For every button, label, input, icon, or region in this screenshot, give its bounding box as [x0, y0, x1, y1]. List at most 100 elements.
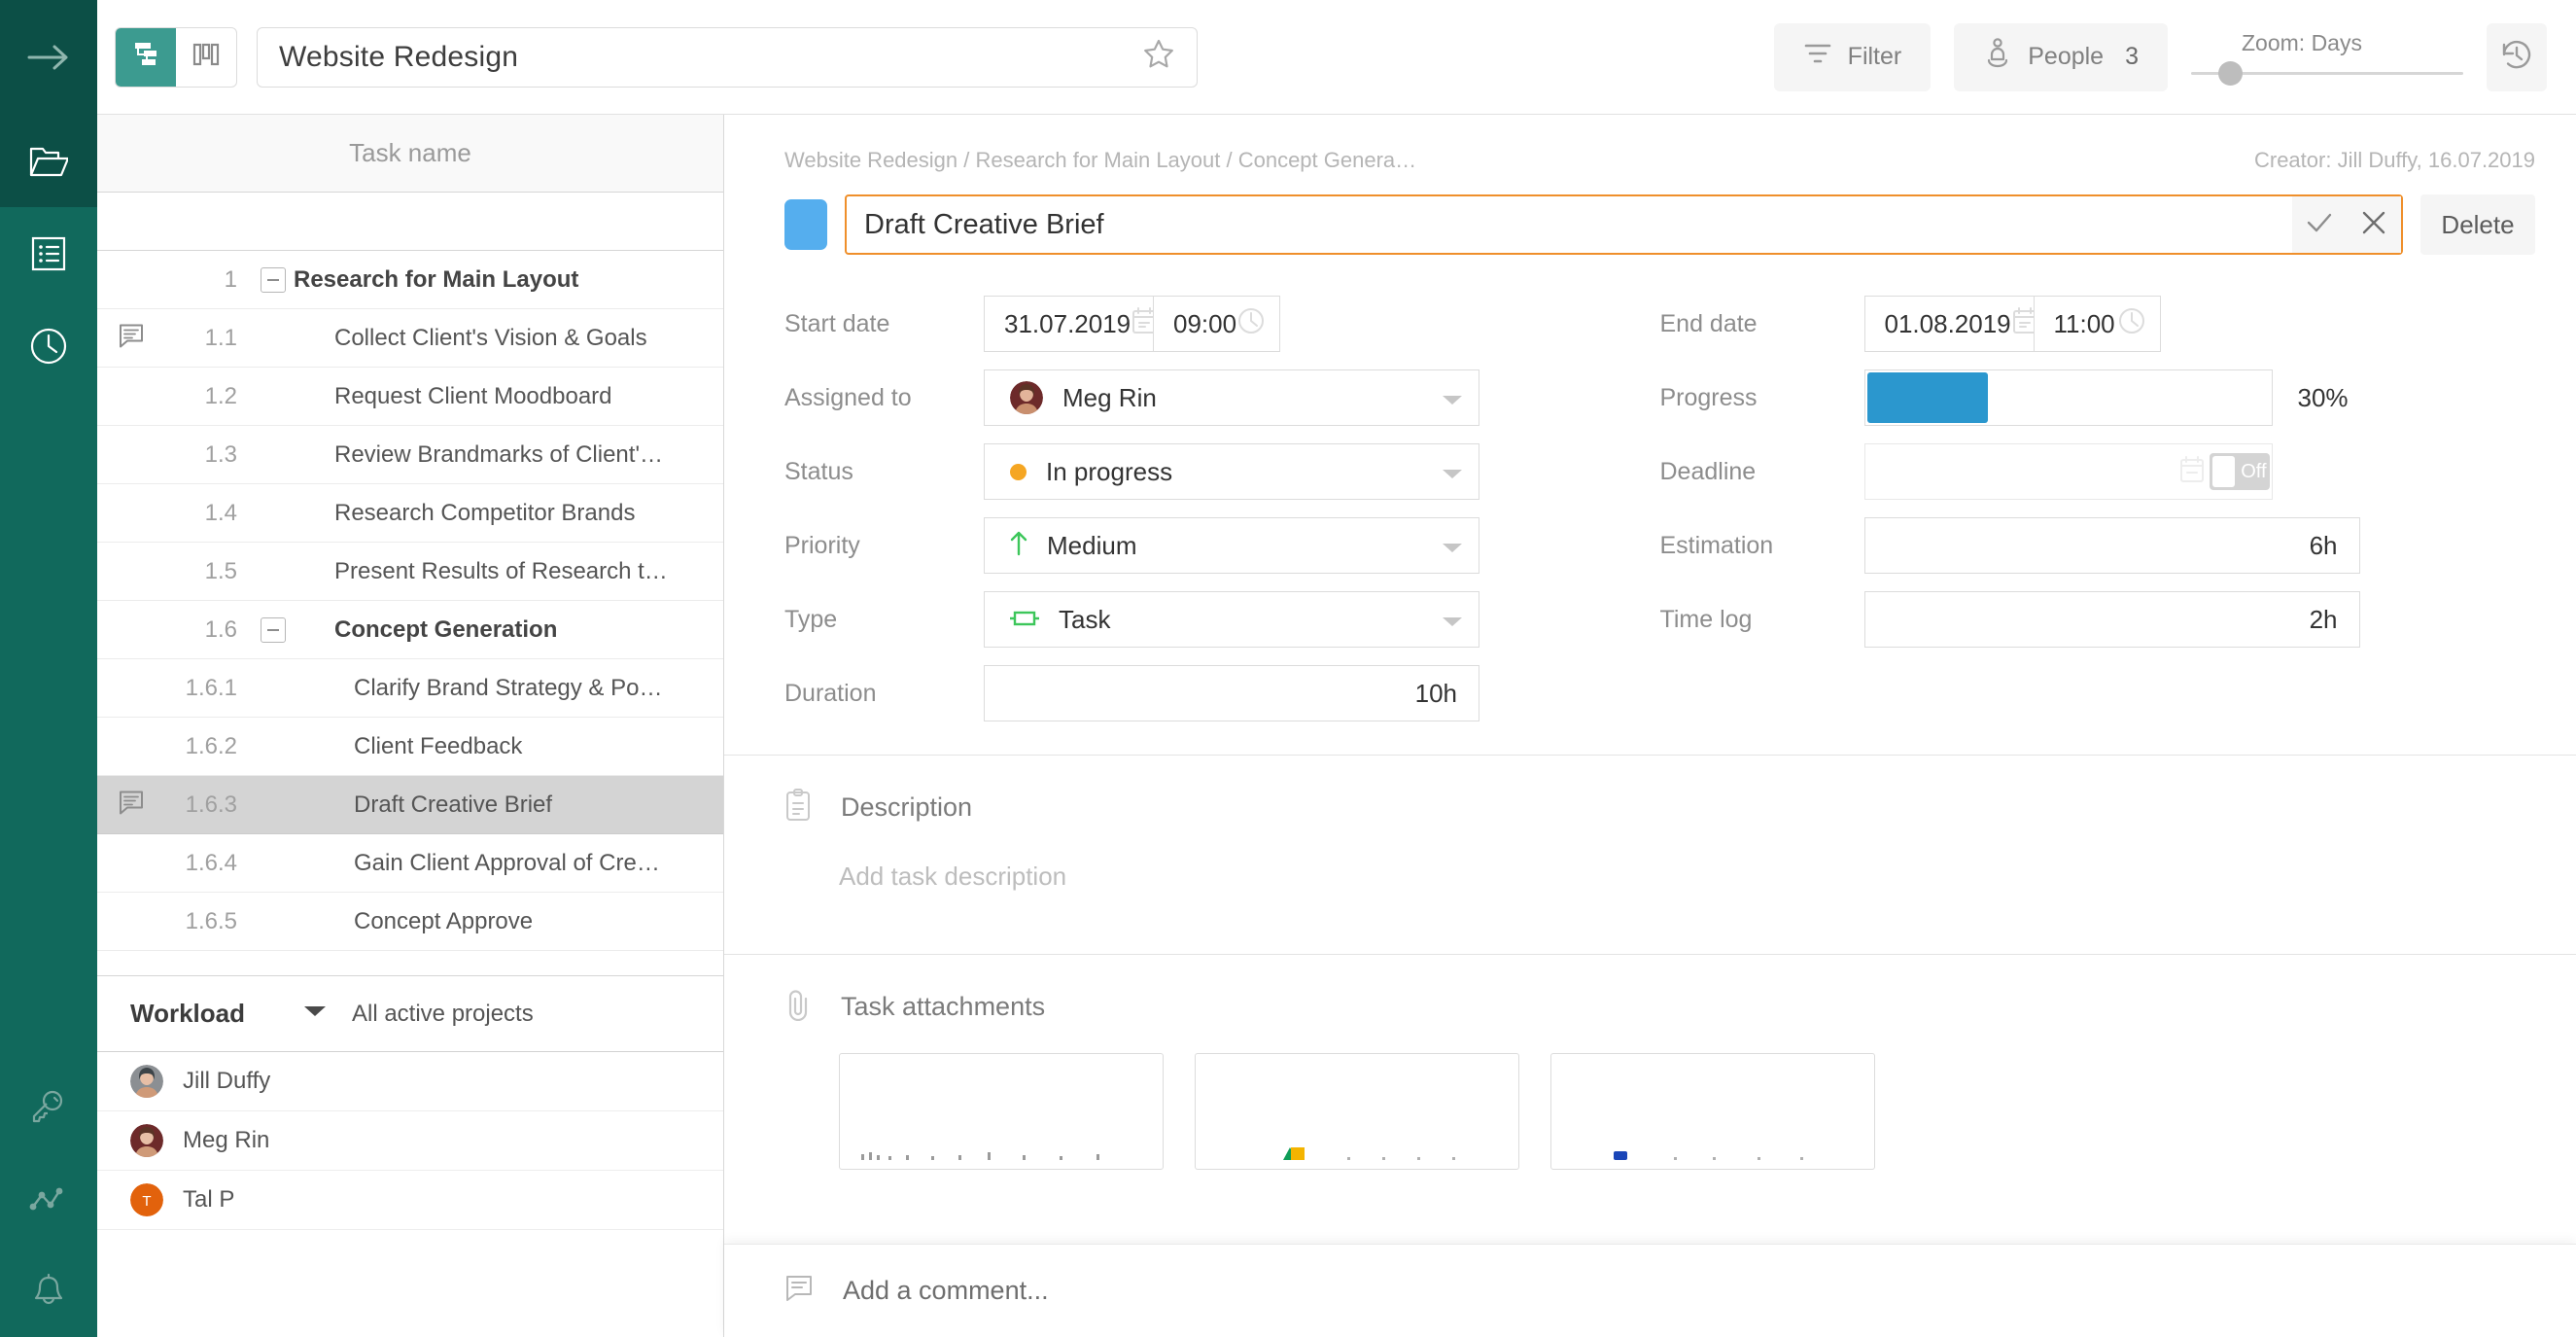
rail-item-tasks[interactable]	[0, 207, 97, 299]
assigned-to-select[interactable]: Meg Rin	[984, 369, 1479, 426]
attachment-card[interactable]	[1195, 1053, 1519, 1170]
assigned-to-value: Meg Rin	[1062, 382, 1157, 412]
type-select[interactable]: Task	[984, 591, 1479, 648]
attachments-title: Task attachments	[841, 992, 1046, 1021]
key-icon	[30, 1088, 67, 1125]
cancel-title-button[interactable]	[2347, 196, 2401, 253]
workload-person-row[interactable]: Meg Rin	[97, 1111, 723, 1171]
task-color-chip[interactable]	[784, 199, 827, 250]
task-wbs: 1.3	[204, 440, 237, 468]
delete-button[interactable]: Delete	[2420, 194, 2535, 255]
workload-scope[interactable]: All active projects	[352, 1001, 534, 1028]
deadline-input[interactable]: Off	[1863, 443, 2273, 500]
task-row[interactable]: 1.6.4 Gain Client Approval of Cre…	[97, 834, 723, 893]
task-wbs: 1.6.2	[185, 732, 237, 759]
check-icon	[2306, 211, 2333, 239]
folder-icon	[29, 145, 68, 178]
rail-item-projects[interactable]	[0, 115, 97, 207]
zoom-control: Zoom: Days	[2191, 30, 2463, 86]
clock-icon[interactable]	[2117, 306, 2146, 342]
view-board-button[interactable]	[176, 28, 236, 87]
arrow-right-icon	[27, 43, 70, 72]
rail-item-permissions[interactable]	[0, 1060, 97, 1152]
attachment-card[interactable]	[1550, 1053, 1875, 1170]
description-title: Description	[841, 792, 973, 822]
confirm-title-button[interactable]	[2292, 196, 2347, 253]
clock-icon[interactable]	[1236, 306, 1266, 342]
view-gantt-button[interactable]	[116, 27, 176, 87]
collapse-toggle-icon[interactable]	[253, 616, 294, 643]
workload-header: Workload All active projects	[97, 976, 723, 1052]
project-title-field[interactable]: Website Redesign	[257, 26, 1198, 88]
attachment-card[interactable]	[839, 1053, 1164, 1170]
start-date-input[interactable]: 31.07.2019	[984, 296, 1157, 352]
workload-person-row[interactable]: Jill Duffy	[97, 1052, 723, 1111]
board-icon	[191, 41, 221, 73]
task-name: Concept Generation	[334, 616, 558, 643]
add-comment-bar[interactable]: Add a comment...	[724, 1244, 2576, 1337]
zoom-slider-knob[interactable]	[2218, 61, 2243, 86]
end-date-input[interactable]: 01.08.2019	[1863, 296, 2036, 352]
zoom-slider[interactable]	[2191, 61, 2463, 86]
filter-button[interactable]: Filter	[1773, 22, 1932, 91]
field-status: Status In progress	[784, 443, 1660, 500]
estimation-input[interactable]: 6h	[1863, 517, 2360, 574]
people-count: 3	[2125, 43, 2139, 70]
form-column-right: End date 01.08.2019 11:00 Progress 30% D…	[1660, 296, 2536, 721]
chevron-down-icon[interactable]	[303, 1004, 327, 1023]
start-time-input[interactable]: 09:00	[1154, 296, 1280, 352]
task-title-field[interactable]: Draft Creative Brief	[845, 194, 2403, 255]
task-row[interactable]: 1.3 Review Brandmarks of Client'…	[97, 426, 723, 484]
field-type: Type Task	[784, 591, 1660, 648]
bell-icon	[31, 1273, 66, 1310]
comment-icon[interactable]	[119, 790, 144, 820]
paperclip-icon	[784, 988, 812, 1026]
duration-input[interactable]: 10h	[984, 665, 1479, 721]
filter-icon	[1803, 41, 1832, 73]
status-select[interactable]: In progress	[984, 443, 1479, 500]
rail-item-notifications[interactable]	[0, 1245, 97, 1337]
status-value: In progress	[1046, 456, 1173, 486]
workload-person-name: Jill Duffy	[183, 1068, 271, 1094]
task-title-input[interactable]: Draft Creative Brief	[864, 209, 2292, 241]
description-input[interactable]: Add task description	[784, 827, 2535, 954]
duration-label: Duration	[784, 679, 877, 707]
task-row[interactable]: 1.1 Collect Client's Vision & Goals	[97, 309, 723, 368]
people-button[interactable]: People 3	[1954, 22, 2168, 91]
progress-slider[interactable]	[1863, 369, 2273, 426]
task-row[interactable]: 1.2 Request Client Moodboard	[97, 368, 723, 426]
attachments-section: Task attachments	[724, 955, 2576, 1170]
workload-person-row[interactable]: T Tal P	[97, 1171, 723, 1230]
task-row[interactable]: 1.5 Present Results of Research t…	[97, 543, 723, 601]
history-button[interactable]	[2487, 22, 2547, 91]
rail-item-reports[interactable]	[0, 1152, 97, 1245]
timelog-input[interactable]: 2h	[1863, 591, 2360, 648]
task-row[interactable]: 1.6.3 Draft Creative Brief	[97, 776, 723, 834]
add-comment-input[interactable]: Add a comment...	[843, 1276, 1049, 1306]
deadline-toggle-label: Off	[2241, 460, 2267, 482]
field-progress: Progress 30%	[1660, 369, 2536, 426]
list-icon	[31, 236, 66, 271]
breadcrumb[interactable]: Website Redesign / Research for Main Lay…	[784, 148, 1416, 173]
task-row[interactable]: 1.6.2 Client Feedback	[97, 718, 723, 776]
task-row[interactable]: 1.6.5 Concept Approve	[97, 893, 723, 951]
task-row[interactable]: 1 Research for Main Layout	[97, 251, 723, 309]
task-row[interactable]: 1.6 Concept Generation	[97, 601, 723, 659]
calendar-icon[interactable]	[2178, 455, 2206, 489]
task-wbs: 1	[224, 265, 237, 293]
deadline-toggle[interactable]: Off	[2209, 453, 2270, 490]
priority-select[interactable]: Medium	[984, 517, 1479, 574]
svg-text:T: T	[142, 1193, 151, 1210]
favorite-star-button[interactable]	[1134, 33, 1183, 82]
chevron-down-icon	[1442, 605, 1463, 635]
task-row[interactable]: 1.6.1 Clarify Brand Strategy & Po…	[97, 659, 723, 718]
rail-collapse-button[interactable]	[0, 0, 97, 115]
rail-item-time[interactable]	[0, 299, 97, 392]
task-row[interactable]: 1.4 Research Competitor Brands	[97, 484, 723, 543]
timelog-label: Time log	[1659, 605, 1753, 633]
task-name: Clarify Brand Strategy & Po…	[354, 674, 663, 701]
collapse-toggle-icon[interactable]	[253, 266, 294, 293]
end-time-input[interactable]: 11:00	[2034, 296, 2161, 352]
creator-info: Creator: Jill Duffy, 16.07.2019	[2253, 148, 2535, 172]
comment-icon[interactable]	[119, 323, 144, 353]
